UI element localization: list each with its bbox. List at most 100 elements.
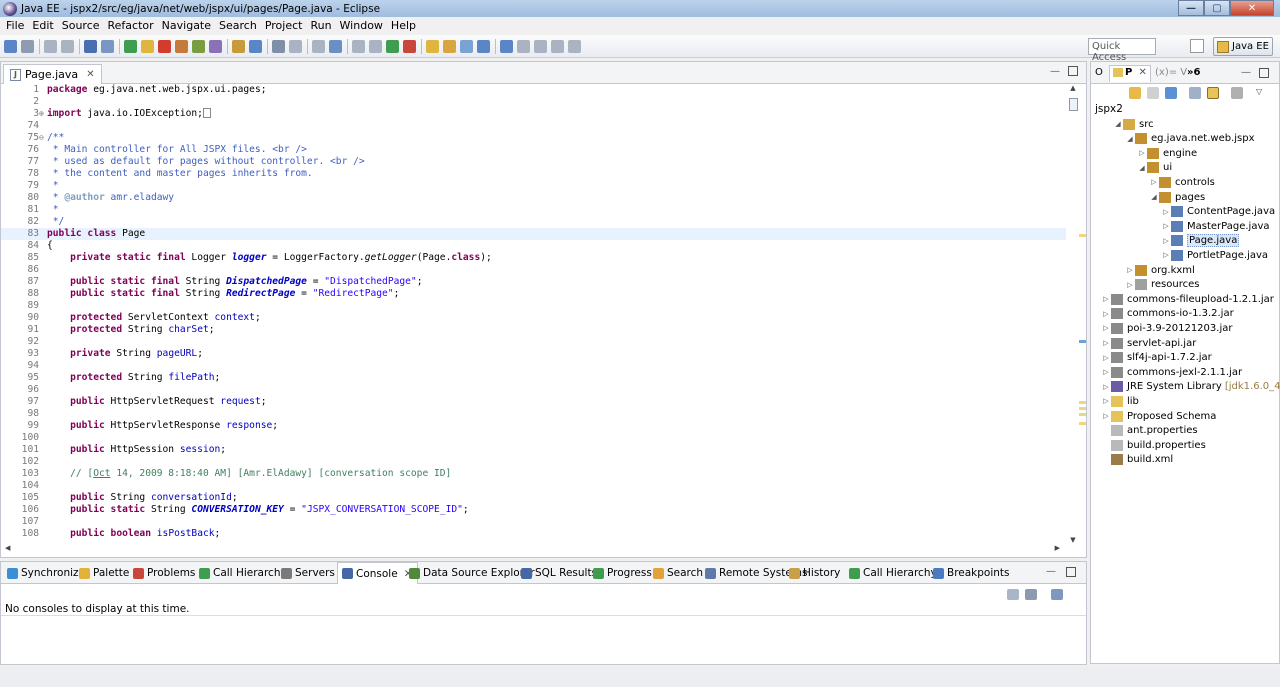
- code-line[interactable]: 87 public static final String Dispatched…: [1, 276, 1066, 288]
- code-line[interactable]: 104: [1, 480, 1066, 492]
- editor-horizontal-scrollbar[interactable]: ◀ ▶: [1, 544, 1066, 557]
- tree-item[interactable]: ant.properties: [1101, 424, 1198, 438]
- code-line[interactable]: 99 public HttpServletResponse response;: [1, 420, 1066, 432]
- code-line[interactable]: 82 */: [1, 216, 1066, 228]
- expand-toggle-icon[interactable]: ▷: [1101, 354, 1111, 362]
- expand-toggle-icon[interactable]: ▷: [1161, 208, 1171, 216]
- minimize-button[interactable]: —: [1178, 0, 1204, 16]
- menu-edit[interactable]: Edit: [28, 19, 57, 32]
- tree-item[interactable]: ▷ slf4j-api-1.7.2.jar: [1101, 351, 1212, 365]
- toolbar-icon[interactable]: [4, 40, 17, 53]
- tree-item[interactable]: ▷ commons-io-1.3.2.jar: [1101, 307, 1234, 321]
- expand-toggle-icon[interactable]: ▷: [1101, 368, 1111, 376]
- toolbar-icon[interactable]: [329, 40, 342, 53]
- code-line[interactable]: 78 * the content and master pages inheri…: [1, 168, 1066, 180]
- expand-toggle-icon[interactable]: ▷: [1161, 222, 1171, 230]
- editor-tab-page-java[interactable]: J Page.java ✕: [3, 64, 102, 84]
- code-line[interactable]: 80 * @author amr.eladawy: [1, 192, 1066, 204]
- close-button[interactable]: ✕: [1230, 0, 1274, 16]
- expand-toggle-icon[interactable]: ▷: [1101, 397, 1111, 405]
- tree-item[interactable]: ▷ Proposed Schema: [1101, 409, 1216, 423]
- toolbar-icon[interactable]: [101, 40, 114, 53]
- menu-search[interactable]: Search: [215, 19, 261, 32]
- explorer-minimize-icon[interactable]: —: [1241, 67, 1251, 78]
- code-line[interactable]: 97 public HttpServletRequest request;: [1, 396, 1066, 408]
- scroll-thumb[interactable]: [1069, 98, 1078, 111]
- menu-navigate[interactable]: Navigate: [158, 19, 215, 32]
- code-line[interactable]: 93 private String pageURL;: [1, 348, 1066, 360]
- tab-progress[interactable]: Progress: [593, 562, 652, 584]
- tree-item[interactable]: ▷ commons-fileupload-1.2.1.jar: [1101, 292, 1274, 306]
- open-perspective-icon[interactable]: [1190, 39, 1204, 53]
- code-line[interactable]: 76 * Main controller for All JSPX files.…: [1, 144, 1066, 156]
- code-line[interactable]: 85 private static final Logger logger = …: [1, 252, 1066, 264]
- up-icon[interactable]: [1165, 87, 1177, 99]
- tree-item[interactable]: ◢ src: [1113, 117, 1154, 131]
- toolbar-icon[interactable]: [312, 40, 325, 53]
- code-line[interactable]: 107: [1, 516, 1066, 528]
- tree-item[interactable]: ◢ ui: [1137, 161, 1172, 175]
- overview-ruler[interactable]: [1079, 84, 1087, 544]
- overview-marker[interactable]: [1079, 340, 1086, 343]
- expand-toggle-icon[interactable]: ▷: [1137, 149, 1147, 157]
- tree-item[interactable]: ▷ controls: [1149, 175, 1215, 189]
- overview-marker[interactable]: [1079, 401, 1086, 404]
- maximize-button[interactable]: ▢: [1204, 0, 1230, 16]
- overview-marker[interactable]: [1079, 234, 1086, 237]
- tree-item[interactable]: ▷ commons-jexl-2.1.1.jar: [1101, 365, 1242, 379]
- tab-synchronize[interactable]: Synchronize: [7, 562, 85, 584]
- tree-item[interactable]: ▷ lib: [1101, 394, 1139, 408]
- fold-marker-icon[interactable]: ⊖: [39, 132, 47, 144]
- chevron-down-icon[interactable]: ▽: [1256, 87, 1268, 99]
- expand-toggle-icon[interactable]: ▷: [1161, 237, 1171, 245]
- tree-root[interactable]: jspx2: [1095, 103, 1123, 115]
- tab-search[interactable]: Search: [653, 562, 703, 584]
- toolbar-icon[interactable]: [517, 40, 530, 53]
- toolbar-icon[interactable]: [175, 40, 188, 53]
- code-line[interactable]: 86: [1, 264, 1066, 276]
- toolbar-icon[interactable]: [460, 40, 473, 53]
- scroll-down-icon[interactable]: ▼: [1067, 536, 1079, 544]
- toolbar-icon[interactable]: [426, 40, 439, 53]
- scroll-right-icon[interactable]: ▶: [1055, 544, 1060, 552]
- code-line[interactable]: 105 public String conversationId;: [1, 492, 1066, 504]
- overview-marker[interactable]: [1079, 413, 1086, 416]
- menu-run[interactable]: Run: [306, 19, 335, 32]
- display-console-icon[interactable]: [1025, 589, 1037, 600]
- tab-call-hierarchy[interactable]: Call Hierarchy: [199, 562, 287, 584]
- toolbar-icon[interactable]: [232, 40, 245, 53]
- tree-item[interactable]: ▷ org.kxml: [1125, 263, 1195, 277]
- code-line[interactable]: 108 public boolean isPostBack;: [1, 528, 1066, 540]
- code-line[interactable]: 2: [1, 96, 1066, 108]
- link-editor-icon[interactable]: [1207, 87, 1219, 99]
- menu-help[interactable]: Help: [387, 19, 420, 32]
- toolbar-icon[interactable]: [534, 40, 547, 53]
- tab-project-explorer[interactable]: P ✕: [1109, 65, 1151, 82]
- overview-marker[interactable]: [1079, 422, 1086, 425]
- expand-toggle-icon[interactable]: ▷: [1101, 295, 1111, 303]
- toolbar-icon[interactable]: [61, 40, 74, 53]
- code-line[interactable]: 103 // [Oct 14, 2009 8:18:40 AM] [Amr.El…: [1, 468, 1066, 480]
- expand-toggle-icon[interactable]: ▷: [1101, 339, 1111, 347]
- toolbar-icon[interactable]: [44, 40, 57, 53]
- code-line[interactable]: 3⊕ import java.io.IOException;: [1, 108, 1066, 120]
- code-line[interactable]: 75⊖/**: [1, 132, 1066, 144]
- close-tab-icon[interactable]: ✕: [86, 69, 94, 80]
- toolbar-icon[interactable]: [158, 40, 171, 53]
- expand-toggle-icon[interactable]: ◢: [1137, 164, 1147, 172]
- view-menu-icon[interactable]: [1231, 87, 1243, 99]
- tree-item[interactable]: ▷ Page.java: [1161, 234, 1240, 248]
- code-line[interactable]: 106 public static String CONVERSATION_KE…: [1, 504, 1066, 516]
- toolbar-icon[interactable]: [272, 40, 285, 53]
- tree-item[interactable]: ▷ resources: [1125, 278, 1199, 292]
- tree-item[interactable]: ▷ PortletPage.java: [1161, 248, 1268, 262]
- tab-servers[interactable]: Servers: [281, 562, 335, 584]
- code-line[interactable]: 83 public class Page: [1, 228, 1066, 240]
- code-line[interactable]: 79 *: [1, 180, 1066, 192]
- forward-icon[interactable]: [1147, 87, 1159, 99]
- tab-breakpoints[interactable]: Breakpoints: [933, 562, 1010, 584]
- bottom-minimize-icon[interactable]: —: [1046, 566, 1056, 577]
- tab-overflow[interactable]: »6: [1187, 67, 1200, 78]
- expand-toggle-icon[interactable]: ▷: [1125, 266, 1135, 274]
- toolbar-icon[interactable]: [443, 40, 456, 53]
